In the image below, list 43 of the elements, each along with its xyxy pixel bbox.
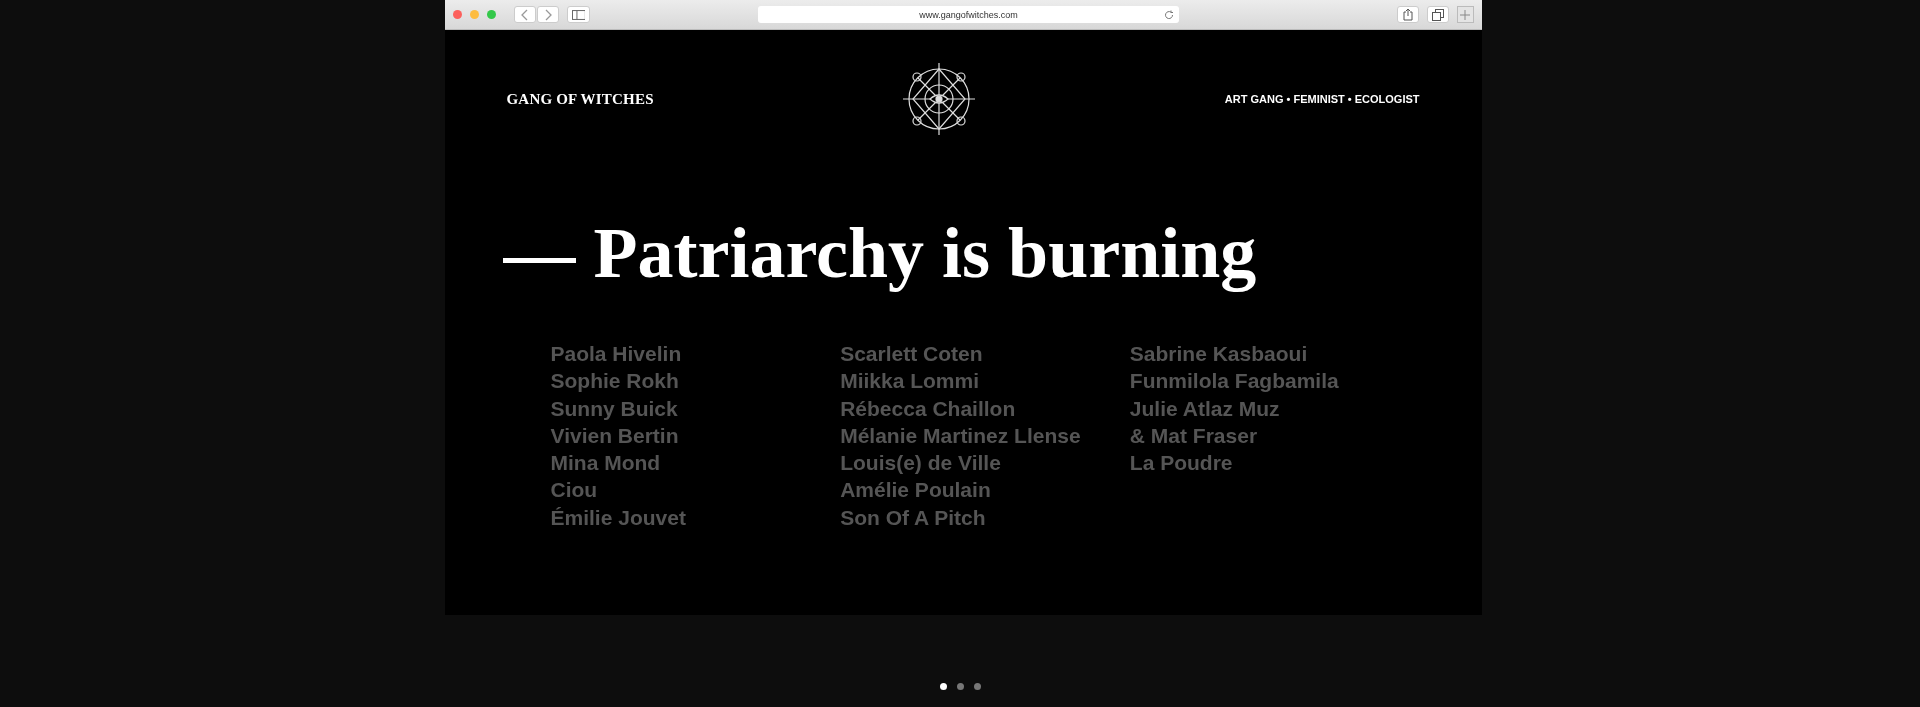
- artist-name[interactable]: La Poudre: [1129, 449, 1420, 477]
- artist-name[interactable]: Sabrine Kasbaoui: [1129, 340, 1420, 368]
- chevron-right-icon: [543, 8, 552, 21]
- reload-icon[interactable]: [1163, 10, 1174, 20]
- artist-name[interactable]: Scarlett Coten: [840, 340, 1130, 368]
- artist-name[interactable]: Funmilola Fagbamila: [1129, 367, 1420, 395]
- site-logo-text[interactable]: GANG OF WITCHES: [506, 90, 654, 108]
- plus-icon: [1460, 9, 1471, 20]
- forward-button[interactable]: [536, 6, 559, 23]
- page-dot[interactable]: [973, 683, 981, 690]
- artist-name[interactable]: Ciou: [550, 476, 841, 504]
- tabs-button[interactable]: [1426, 6, 1449, 23]
- share-icon: [1402, 8, 1413, 21]
- new-tab-button[interactable]: [1456, 6, 1474, 23]
- address-bar[interactable]: www.gangofwitches.com: [758, 6, 1179, 23]
- artist-name[interactable]: Mina Mond: [550, 449, 841, 477]
- tagline: ART GANG • FEMINIST • ECOLOGIST: [1224, 93, 1420, 105]
- back-button[interactable]: [513, 6, 536, 23]
- chevron-left-icon: [520, 8, 529, 21]
- share-button[interactable]: [1396, 6, 1419, 23]
- artist-name[interactable]: Sunny Buick: [550, 394, 841, 422]
- artist-name[interactable]: Julie Atlaz Muz: [1129, 394, 1420, 422]
- close-button[interactable]: [452, 10, 462, 19]
- mandala-eye-icon: [901, 61, 978, 137]
- page-dot[interactable]: [956, 683, 964, 690]
- artist-name[interactable]: & Mat Fraser: [1129, 421, 1420, 450]
- artist-name[interactable]: Miikka Lommi: [840, 367, 1130, 395]
- url-text: www.gangofwitches.com: [919, 9, 1018, 20]
- artist-name[interactable]: Amélie Poulain: [840, 476, 1130, 504]
- artist-name[interactable]: Vivien Bertin: [550, 421, 841, 450]
- artist-name[interactable]: Son Of A Pitch: [840, 503, 1130, 532]
- artist-name[interactable]: Rébecca Chaillon: [840, 394, 1130, 422]
- headline: — Patriarchy is burning: [503, 212, 1258, 295]
- artist-name[interactable]: Sophie Rokh: [550, 367, 841, 395]
- artist-name[interactable]: Paola Hivelin: [550, 340, 841, 368]
- artist-name[interactable]: Émilie Jouvet: [550, 503, 841, 532]
- tabs-icon: [1431, 8, 1444, 21]
- page-dot[interactable]: [939, 683, 947, 690]
- zoom-button[interactable]: [486, 10, 496, 19]
- artist-name[interactable]: Mélanie Martinez Llense: [840, 421, 1130, 450]
- artist-name[interactable]: Louis(e) de Ville: [840, 449, 1130, 477]
- sidebar-icon: [571, 9, 586, 20]
- sidebar-button[interactable]: [566, 6, 591, 23]
